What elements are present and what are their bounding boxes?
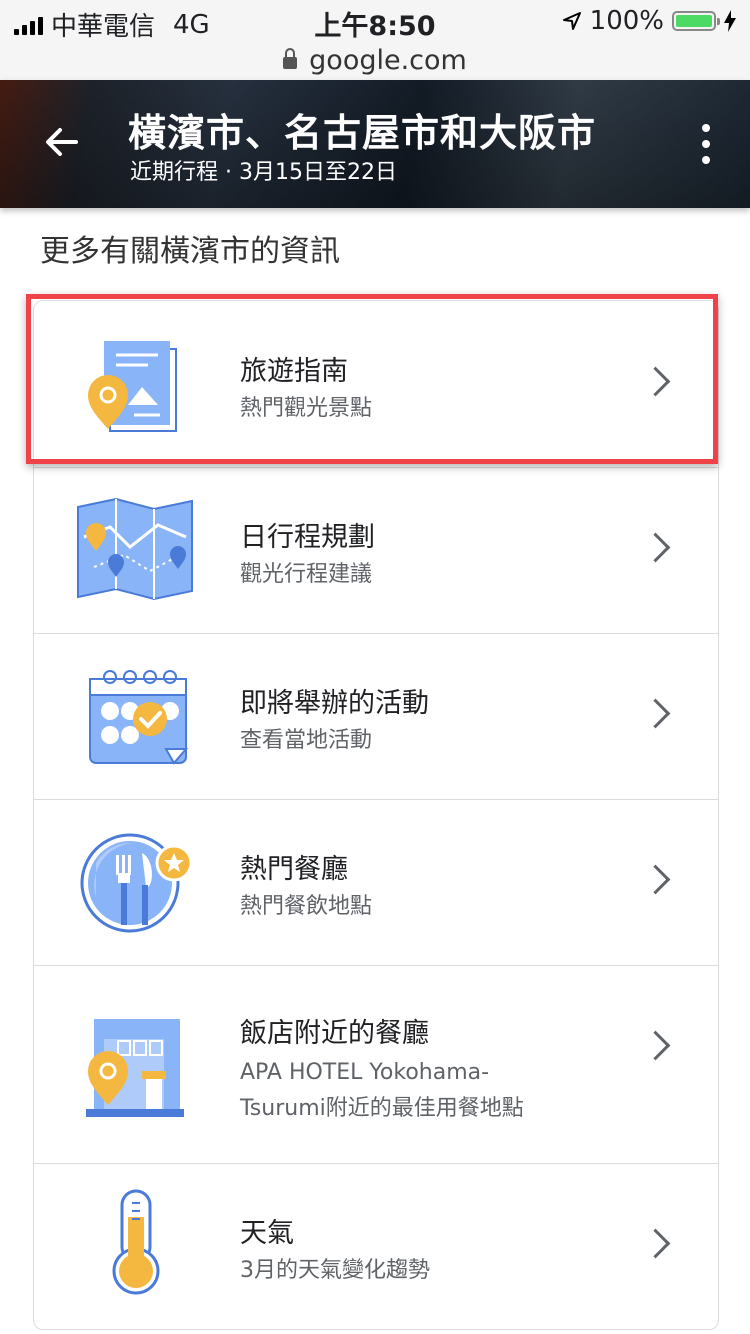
item-title: 日行程規劃 bbox=[240, 522, 375, 553]
item-subtitle: APA HOTEL Yokohama-Tsurumi附近的最佳用餐地點 bbox=[240, 1060, 524, 1121]
dot-icon bbox=[702, 140, 710, 148]
highlight-box bbox=[26, 294, 718, 464]
item-subtitle: 熱門餐飲地點 bbox=[240, 894, 373, 919]
section-title: 更多有關橫濱市的資訊 bbox=[40, 234, 340, 269]
map-icon bbox=[77, 497, 193, 601]
chevron-right-icon bbox=[640, 864, 671, 895]
thermometer-icon bbox=[112, 1189, 160, 1295]
status-bar: 中華電信 4G 上午8:50 100% bbox=[0, 0, 750, 42]
page-title: 橫濱市、名古屋市和大阪市 bbox=[128, 111, 597, 155]
battery-icon bbox=[672, 11, 720, 31]
url-bar[interactable]: google.com bbox=[0, 40, 750, 80]
list-item-restaurants[interactable]: 熱門餐廳 熱門餐飲地點 bbox=[34, 799, 718, 966]
list-item-weather[interactable]: 天氣 3月的天氣變化趨勢 bbox=[34, 1163, 718, 1329]
list-item-day-planner[interactable]: 日行程規劃 觀光行程建議 bbox=[34, 467, 718, 634]
chevron-right-icon bbox=[640, 1030, 671, 1061]
dot-icon bbox=[702, 156, 710, 164]
item-subtitle: 查看當地活動 bbox=[240, 728, 373, 753]
battery-percent: 100% bbox=[589, 6, 664, 36]
list-item-events[interactable]: 即將舉辦的活動 查看當地活動 bbox=[34, 633, 718, 800]
chevron-right-icon bbox=[640, 532, 671, 563]
chevron-right-icon bbox=[640, 698, 671, 729]
item-title: 即將舉辦的活動 bbox=[240, 688, 429, 719]
back-arrow-icon bbox=[46, 128, 78, 156]
item-subtitle: 3月的天氣變化趨勢 bbox=[240, 1258, 430, 1283]
list-item-hotel-restaurants[interactable]: 飯店附近的餐廳 APA HOTEL Yokohama-Tsurumi附近的最佳用… bbox=[34, 965, 718, 1164]
restaurant-icon bbox=[80, 833, 193, 933]
charging-bolt-icon bbox=[724, 10, 736, 32]
location-arrow-icon bbox=[562, 12, 581, 30]
item-subtitle: 觀光行程建議 bbox=[240, 562, 373, 587]
page-subtitle: 近期行程 · 3月15日至22日 bbox=[130, 160, 397, 185]
hotel-icon bbox=[86, 1019, 184, 1117]
url-text: google.com bbox=[309, 44, 467, 76]
item-title: 飯店附近的餐廳 bbox=[240, 1018, 429, 1049]
more-options-button[interactable] bbox=[696, 124, 716, 164]
trip-header: 橫濱市、名古屋市和大阪市 近期行程 · 3月15日至22日 bbox=[0, 80, 750, 208]
back-button[interactable] bbox=[42, 122, 86, 166]
chevron-right-icon bbox=[640, 1228, 671, 1259]
item-title: 天氣 bbox=[240, 1218, 294, 1249]
lock-icon bbox=[283, 48, 298, 69]
item-title: 熱門餐廳 bbox=[240, 854, 348, 885]
dot-icon bbox=[702, 124, 710, 132]
calendar-icon bbox=[89, 670, 189, 765]
